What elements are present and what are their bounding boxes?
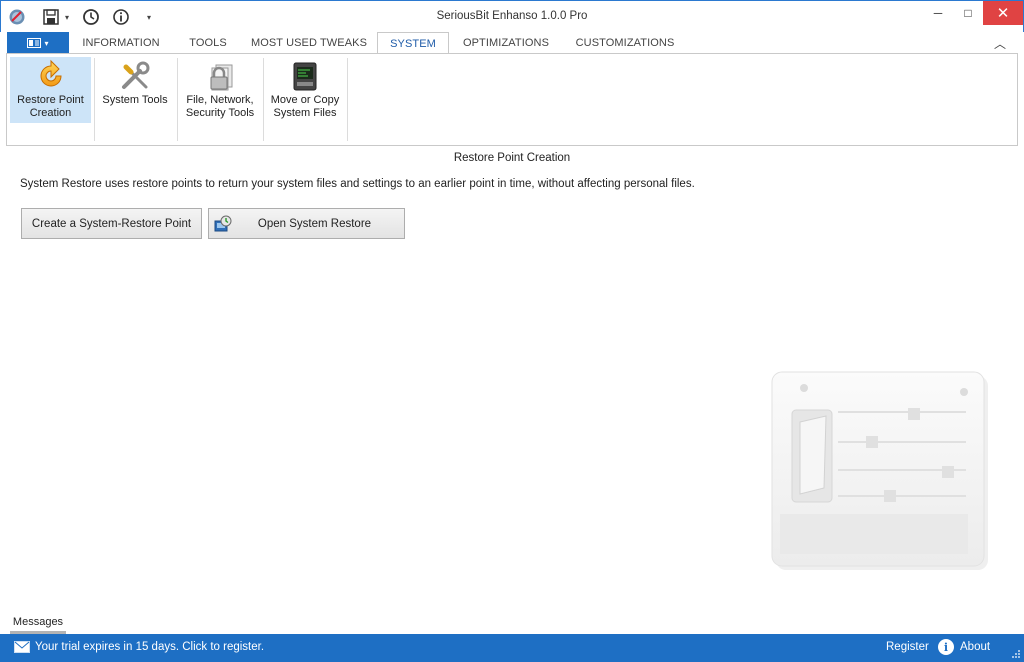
- status-bar: Your trial expires in 15 days. Click to …: [0, 634, 1024, 662]
- file-network-security-tools-button[interactable]: File, Network, Security Tools: [181, 57, 259, 123]
- file-menu-dropdown-icon: ▾: [44, 38, 49, 48]
- close-button[interactable]: ✕: [983, 1, 1023, 25]
- collapse-ribbon-icon[interactable]: ︿: [994, 35, 1006, 52]
- trial-notice[interactable]: Your trial expires in 15 days. Click to …: [14, 641, 264, 653]
- tab-tools[interactable]: TOOLS: [181, 32, 235, 54]
- ribbon-panel: Restore Point Creation System Tools File…: [6, 53, 1018, 146]
- system-tools-button[interactable]: System Tools: [97, 57, 173, 123]
- create-restore-point-button[interactable]: Create a System-Restore Point: [21, 208, 202, 239]
- restore-point-creation-button[interactable]: Restore Point Creation: [10, 57, 91, 123]
- ribbon-button-label: Security Tools: [185, 107, 255, 119]
- envelope-icon: [14, 641, 30, 653]
- page-title: Restore Point Creation: [453, 152, 571, 164]
- history-icon[interactable]: [81, 7, 101, 27]
- tab-customizations[interactable]: CUSTOMIZATIONS: [572, 32, 678, 54]
- tab-information[interactable]: INFORMATION: [76, 32, 166, 54]
- customize-qat-icon[interactable]: ▾: [147, 13, 155, 22]
- quick-access-toolbar: ▾ ▾: [7, 6, 155, 28]
- move-copy-system-files-button[interactable]: Move or Copy System Files: [267, 57, 343, 123]
- about-label: About: [960, 641, 991, 653]
- ribbon-button-label: Move or Copy: [270, 94, 340, 106]
- ribbon-button-label: System Files: [273, 107, 337, 119]
- ribbon-tabs: ▾ INFORMATION TOOLS MOST USED TWEAKS SYS…: [6, 32, 1018, 55]
- open-system-restore-button[interactable]: Open System Restore: [208, 208, 405, 239]
- save-dropdown-icon[interactable]: ▾: [65, 13, 73, 22]
- ribbon-button-label: System Tools: [102, 94, 168, 106]
- register-link[interactable]: Register: [886, 641, 929, 653]
- restore-point-icon: [33, 58, 69, 94]
- about-button[interactable]: i About: [938, 639, 990, 655]
- tab-optimizations[interactable]: OPTIMIZATIONS: [456, 32, 556, 54]
- ribbon-divider: [347, 58, 348, 141]
- resize-grip-icon[interactable]: [1011, 649, 1021, 659]
- ribbon-divider: [94, 58, 95, 141]
- messages-tab[interactable]: Messages: [10, 612, 66, 634]
- system-files-icon: [287, 58, 323, 94]
- save-icon[interactable]: [41, 7, 61, 27]
- window-controls: ─ □ ✕: [923, 1, 1023, 25]
- file-menu-button[interactable]: ▾: [7, 32, 69, 54]
- open-system-restore-label: Open System Restore: [257, 217, 372, 230]
- security-lock-icon: [202, 58, 238, 94]
- ribbon-button-label: Creation: [29, 107, 72, 119]
- tools-icon: [117, 58, 153, 94]
- menu-book-icon: [27, 38, 42, 48]
- settings-panel-watermark-icon: [770, 370, 992, 574]
- ribbon-button-label: File, Network,: [186, 94, 254, 106]
- ribbon-divider: [177, 58, 178, 141]
- ribbon-divider: [263, 58, 264, 141]
- ribbon-button-label: Restore Point: [17, 94, 84, 106]
- title-bar: ▾ ▾ SeriousBit Enhanso 1.0.0 Pro ─ □ ✕: [0, 0, 1024, 32]
- system-restore-icon: [214, 215, 232, 233]
- tab-system[interactable]: SYSTEM: [377, 32, 449, 55]
- tab-most-used-tweaks[interactable]: MOST USED TWEAKS: [250, 32, 368, 54]
- maximize-button[interactable]: □: [953, 1, 983, 25]
- minimize-button[interactable]: ─: [923, 1, 953, 25]
- description-text: System Restore uses restore points to re…: [20, 178, 695, 190]
- info-icon[interactable]: [111, 7, 131, 27]
- app-logo-icon[interactable]: [7, 7, 27, 27]
- trial-text: Your trial expires in 15 days. Click to …: [35, 641, 265, 653]
- about-info-icon: i: [938, 639, 954, 655]
